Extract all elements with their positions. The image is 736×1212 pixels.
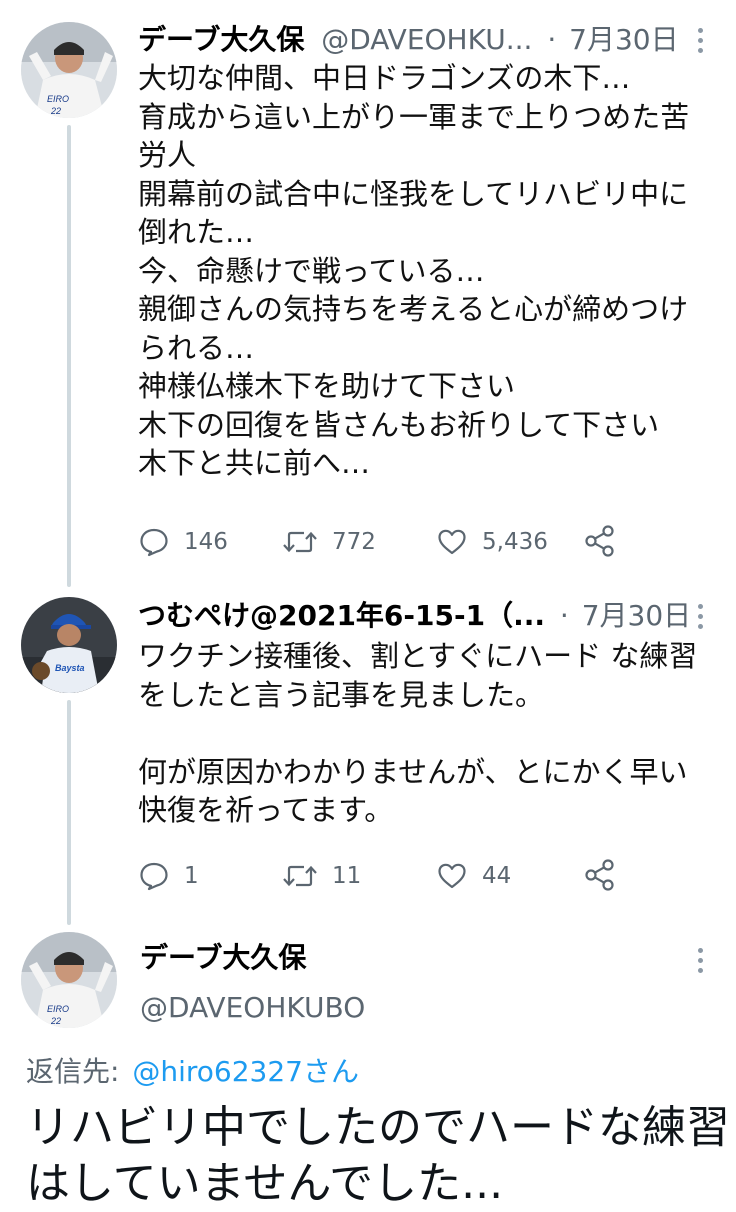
reply-to-line: 返信先: @hiro62327さん — [26, 1052, 359, 1092]
share-icon — [585, 525, 614, 557]
retweet-count: 11 — [332, 863, 362, 889]
tweet-text-line: られる… — [138, 330, 255, 365]
like-button[interactable]: 44 — [436, 856, 511, 896]
more-vertical-icon[interactable] — [688, 22, 712, 58]
reply-mention-link[interactable]: @hiro62327さん — [132, 1055, 359, 1088]
username[interactable]: @DAVEOHKU... — [321, 23, 532, 56]
main-username: @DAVEOHKUBO — [140, 988, 365, 1028]
retweet-button[interactable]: 11 — [282, 856, 361, 896]
main-tweet-text: リハビリ中でしたのでハードな練習 はしていませんでした... — [26, 1100, 730, 1212]
share-button[interactable] — [584, 524, 616, 562]
timestamp[interactable]: 7月30日 — [569, 23, 678, 56]
display-name[interactable]: デーブ大久保 — [138, 23, 304, 56]
separator: · — [559, 599, 569, 632]
reply-bubble-icon — [140, 528, 168, 557]
tweet-header: デーブ大久保 @DAVEOHKU... · 7月30日 — [138, 20, 679, 60]
svg-text:22: 22 — [50, 1016, 61, 1026]
like-button[interactable]: 5,436 — [436, 522, 548, 562]
avatar[interactable]: EIRO 22 — [21, 22, 117, 118]
tweet-text-line: 倒れた… — [138, 215, 255, 249]
main-display-name: デーブ大久保 — [140, 938, 306, 978]
retweet-icon — [283, 865, 317, 887]
tweet-text-line: をしたと言う記事を見ました。 — [138, 677, 545, 712]
tweet-text-line: 大切な仲間、中日ドラゴンズの木下… — [138, 61, 631, 95]
like-count: 5,436 — [482, 529, 548, 555]
share-icon — [585, 859, 614, 891]
reply-to-label: 返信先: — [26, 1055, 120, 1088]
retweet-icon — [283, 531, 317, 553]
tweet-text-line: 木下の回復を皆さんもお祈りして下さい — [138, 407, 660, 442]
tweet-text-line: 快復を祈ってます。 — [138, 793, 394, 827]
tweet-text-line: 労人 — [138, 138, 197, 172]
tweet-text-line: 育成から這い上がり一軍まで上りつめた苦 — [138, 99, 690, 134]
svg-text:EIRO: EIRO — [47, 94, 69, 104]
tweet-header: つむぺけ@2021年6-15-1（... · 7月30日 — [138, 596, 691, 636]
tweet-text-line: はしていませんでした... — [26, 1158, 504, 1209]
tweet-text-line: 親御さんの気持ちを考えると心が締めつけ — [138, 292, 689, 326]
player-avatar-image: EIRO 22 — [21, 22, 117, 118]
tweet-text-line: ワクチン接種後、割とすぐにハード な練習 — [138, 639, 698, 673]
tweet-text-line: 神様仏様木下を助けて下さい — [138, 369, 516, 403]
more-vertical-icon[interactable] — [688, 942, 712, 978]
avatar[interactable]: EIRO 22 — [21, 932, 117, 1028]
tweet-actions: 146 772 5,436 — [138, 522, 618, 562]
thread-line-1 — [67, 125, 71, 587]
reply-button[interactable]: 1 — [138, 856, 199, 896]
tweet-text-line: 今、命懸けで戦っている… — [138, 253, 485, 288]
heart-icon — [438, 863, 466, 889]
retweet-count: 772 — [332, 529, 376, 555]
heart-icon — [438, 529, 466, 555]
svg-text:EIRO: EIRO — [47, 1004, 69, 1014]
separator: · — [547, 23, 557, 56]
timestamp[interactable]: 7月30日 — [582, 599, 691, 632]
username[interactable]: @DAVEOHKUBO — [140, 991, 365, 1024]
reply-count: 1 — [184, 863, 199, 889]
like-count: 44 — [482, 863, 512, 889]
display-name[interactable]: デーブ大久保 — [140, 941, 306, 974]
thread-line-2 — [67, 700, 71, 925]
share-button[interactable] — [584, 858, 616, 896]
reply-button[interactable]: 146 — [138, 522, 228, 562]
svg-text:Baysta: Baysta — [55, 663, 85, 673]
tweet-text-line: 何が原因かわかりませんが、とにかく早い — [138, 754, 688, 789]
tweet-text-line: リハビリ中でしたのでハードな練習 — [26, 1102, 730, 1153]
svg-text:22: 22 — [50, 106, 61, 116]
tweet-text-line: 木下と共に前へ… — [138, 446, 371, 480]
avatar[interactable]: Baysta — [21, 597, 117, 693]
display-name[interactable]: つむぺけ@2021年6-15-1（... — [138, 599, 545, 632]
player-avatar-image: Baysta — [21, 597, 117, 693]
reply-bubble-icon — [140, 862, 168, 891]
tweet-text-line: 開幕前の試合中に怪我をしてリハビリ中に — [138, 176, 689, 211]
retweet-button[interactable]: 772 — [282, 522, 376, 562]
reply-count: 146 — [184, 529, 228, 555]
player-avatar-image: EIRO 22 — [21, 932, 117, 1028]
more-vertical-icon[interactable] — [688, 598, 712, 634]
tweet-actions: 1 11 44 — [138, 856, 618, 896]
tweet-text: 大切な仲間、中日ドラゴンズの木下… 育成から這い上がり一軍まで上りつめた苦 労人… — [138, 59, 689, 483]
tweet-text: ワクチン接種後、割とすぐにハード な練習 をしたと言う記事を見ました。 何が原因… — [138, 637, 697, 830]
